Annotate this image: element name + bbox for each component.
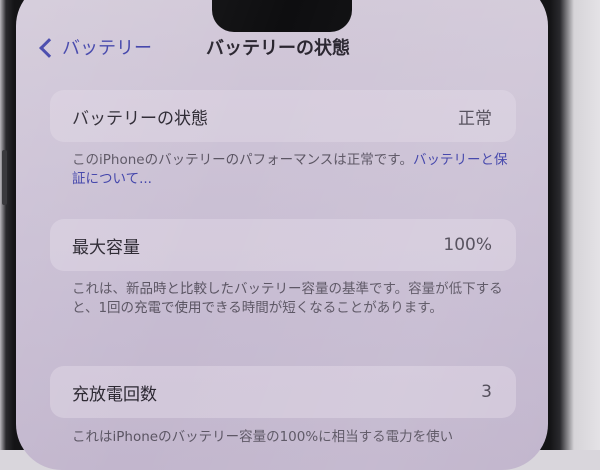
battery-health-label: バッテリーの状態 bbox=[72, 108, 208, 129]
battery-health-note: このiPhoneのバッテリーのパフォーマンスは正常です。バッテリーと保証について… bbox=[72, 151, 512, 189]
back-button[interactable]: バッテリー bbox=[38, 34, 152, 60]
cycle-count-row: 充放電回数 3 bbox=[50, 366, 516, 418]
page-title: バッテリーの状態 bbox=[206, 38, 350, 59]
maximum-capacity-note: これは、新品時と比較したバッテリー容量の基準です。容量が低下すると、1回の充電で… bbox=[72, 281, 503, 316]
cycle-count-note: これはiPhoneのバッテリー容量の100%に相当する電力を使い bbox=[72, 429, 454, 445]
navigation-bar: バッテリー バッテリーの状態 bbox=[16, 30, 548, 70]
cycle-count-value: 3 bbox=[481, 382, 492, 402]
battery-health-note-text: このiPhoneのバッテリーのパフォーマンスは正常です。 bbox=[72, 152, 413, 168]
chevron-left-icon bbox=[39, 37, 59, 58]
side-button bbox=[2, 150, 7, 205]
screen: バッテリー バッテリーの状態 バッテリーの状態 正常 このiPhoneのバッテリ… bbox=[16, 0, 548, 470]
maximum-capacity-label: 最大容量 bbox=[72, 237, 140, 258]
maximum-capacity-row: 最大容量 100% bbox=[50, 219, 516, 271]
back-button-label: バッテリー bbox=[62, 38, 152, 59]
dynamic-island bbox=[212, 0, 352, 32]
cycle-count-label: 充放電回数 bbox=[72, 384, 157, 405]
battery-health-value: 正常 bbox=[458, 108, 492, 129]
maximum-capacity-value: 100% bbox=[443, 235, 492, 255]
battery-health-row: バッテリーの状態 正常 bbox=[50, 90, 516, 142]
